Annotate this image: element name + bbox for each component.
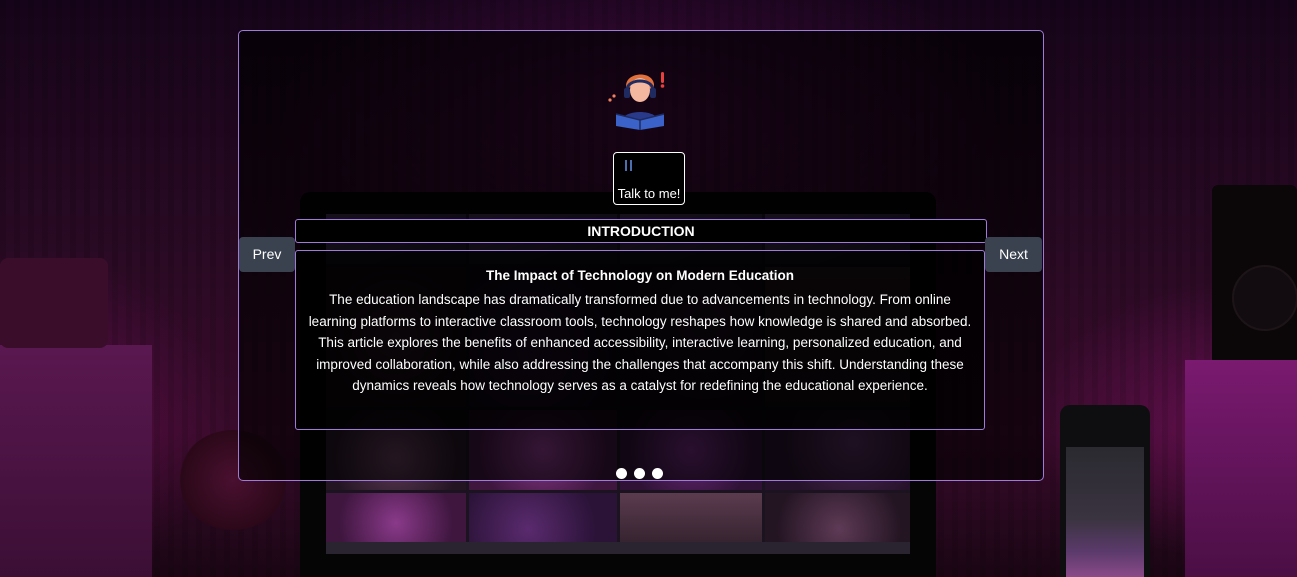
background-tile bbox=[469, 493, 617, 544]
pagination-dot-3[interactable] bbox=[652, 468, 663, 479]
pagination-dots bbox=[616, 468, 663, 480]
background-camera bbox=[0, 258, 108, 348]
article-body: The education landscape has dramatically… bbox=[308, 292, 972, 394]
next-button[interactable]: Next bbox=[985, 237, 1042, 272]
section-title: INTRODUCTION bbox=[295, 219, 987, 243]
pause-icon bbox=[625, 160, 633, 171]
article-content: The Impact of Technology on Modern Educa… bbox=[295, 250, 985, 430]
background-tile bbox=[326, 493, 466, 544]
background-taskbar bbox=[326, 542, 910, 554]
background-tile bbox=[620, 493, 762, 544]
talk-to-me-button[interactable]: Talk to me! bbox=[613, 152, 685, 205]
talk-button-label: Talk to me! bbox=[617, 186, 681, 201]
background-box-left bbox=[0, 345, 152, 577]
background-phone bbox=[1060, 405, 1150, 577]
pagination-dot-1[interactable] bbox=[616, 468, 627, 479]
reading-student-icon bbox=[608, 72, 665, 130]
pagination-dot-2[interactable] bbox=[634, 468, 645, 479]
article-title: The Impact of Technology on Modern Educa… bbox=[485, 268, 794, 283]
prev-button[interactable]: Prev bbox=[239, 237, 295, 272]
background-phone-screen bbox=[1066, 447, 1144, 577]
background-tile bbox=[765, 493, 910, 544]
background-speaker bbox=[1212, 185, 1297, 365]
background-box-right bbox=[1185, 360, 1297, 577]
